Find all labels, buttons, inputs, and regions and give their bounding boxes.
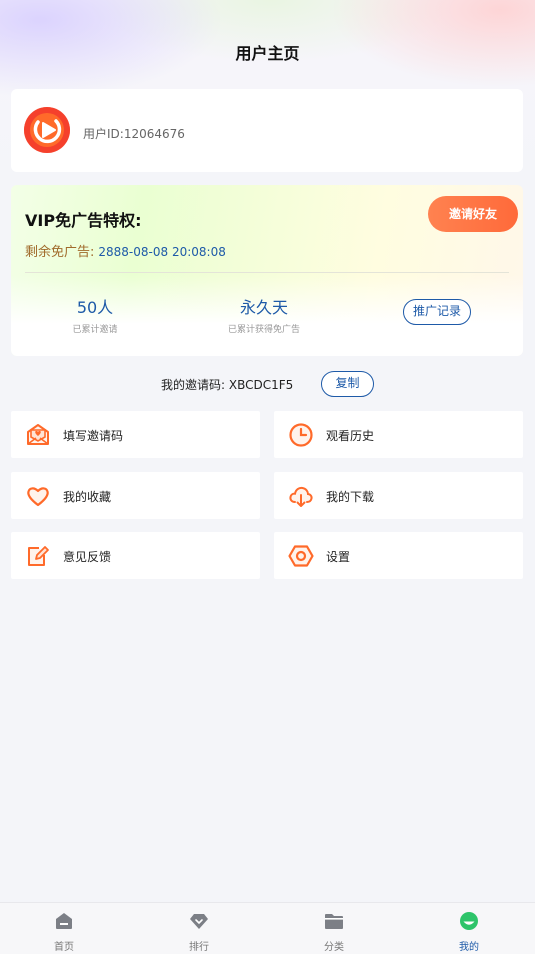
invite-friends-button[interactable]: 邀请好友 [428, 196, 518, 232]
menu-label: 意见反馈 [63, 550, 112, 564]
divider [25, 272, 509, 273]
invite-code-value: XBCDC1F5 [228, 378, 294, 392]
menu-label: 观看历史 [326, 429, 375, 443]
menu-label: 填写邀请码 [63, 429, 124, 443]
promotion-records-button[interactable]: 推广记录 [403, 299, 471, 325]
diamond-icon [190, 914, 208, 929]
tab-ranking[interactable]: 排行 [154, 903, 244, 954]
tab-mine[interactable]: 我的 [424, 903, 514, 954]
menu-feedback[interactable]: 意见反馈 [11, 532, 260, 579]
tab-category[interactable]: 分类 [289, 903, 379, 954]
menu-label: 我的下载 [326, 490, 375, 504]
tab-label: 我的 [459, 942, 479, 953]
copy-button[interactable]: 复制 [321, 371, 374, 397]
menu-watch-history[interactable]: 观看历史 [274, 411, 523, 458]
home-icon [56, 913, 72, 929]
avatar[interactable] [24, 107, 70, 153]
play-logo-icon [24, 107, 70, 153]
menu-label: 我的收藏 [63, 490, 112, 504]
settings-hexagon-icon [288, 545, 314, 567]
stat-invited-value: 50人 [76, 298, 114, 317]
invite-code-row: 我的邀请码: XBCDC1F5 复制 [0, 371, 535, 397]
menu-my-favorites[interactable]: 我的收藏 [11, 472, 260, 519]
invite-code: 我的邀请码: XBCDC1F5 [161, 376, 293, 393]
vip-remaining-date: 2888-08-08 20:08:08 [98, 245, 226, 259]
invite-code-label: 我的邀请码: [161, 378, 226, 392]
stat-ad-free: 永久天 已累计获得免广告 [204, 294, 324, 335]
clock-icon [289, 423, 313, 447]
vip-remaining: 剩余免广告: 2888-08-08 20:08:08 [25, 241, 226, 260]
stat-ad-free-value: 永久天 [239, 298, 288, 317]
heart-icon [27, 487, 49, 507]
cloud-download-icon [289, 486, 313, 507]
envelope-heart-icon [27, 424, 49, 445]
folder-icon [325, 914, 343, 929]
menu-settings[interactable]: 设置 [274, 532, 523, 579]
vip-remaining-label: 剩余免广告: [25, 245, 95, 260]
vip-card: VIP免广告特权: 剩余免广告: 2888-08-08 20:08:08 邀请好友… [11, 185, 523, 356]
menu-enter-invite-code[interactable]: 填写邀请码 [11, 411, 260, 458]
stat-invited-caption: 已累计邀请 [72, 325, 118, 335]
tab-label: 首页 [54, 942, 74, 953]
bottom-tab-bar: 首页 排行 分类 我的 [0, 902, 535, 954]
user-card[interactable]: 用户ID:12064676 [11, 89, 523, 172]
stat-ad-free-caption: 已累计获得免广告 [227, 325, 300, 335]
vip-title: VIP免广告特权: [25, 211, 142, 230]
menu-my-downloads[interactable]: 我的下载 [274, 472, 523, 519]
tab-label: 排行 [189, 942, 209, 953]
tab-home[interactable]: 首页 [19, 903, 109, 954]
tab-label: 分类 [324, 942, 344, 953]
menu-label: 设置 [326, 550, 351, 564]
user-id: 用户ID:12064676 [83, 127, 185, 141]
edit-icon [28, 546, 49, 566]
stat-invited: 50人 已累计邀请 [35, 294, 155, 335]
page-title: 用户主页 [235, 44, 300, 63]
profile-icon [460, 912, 478, 930]
